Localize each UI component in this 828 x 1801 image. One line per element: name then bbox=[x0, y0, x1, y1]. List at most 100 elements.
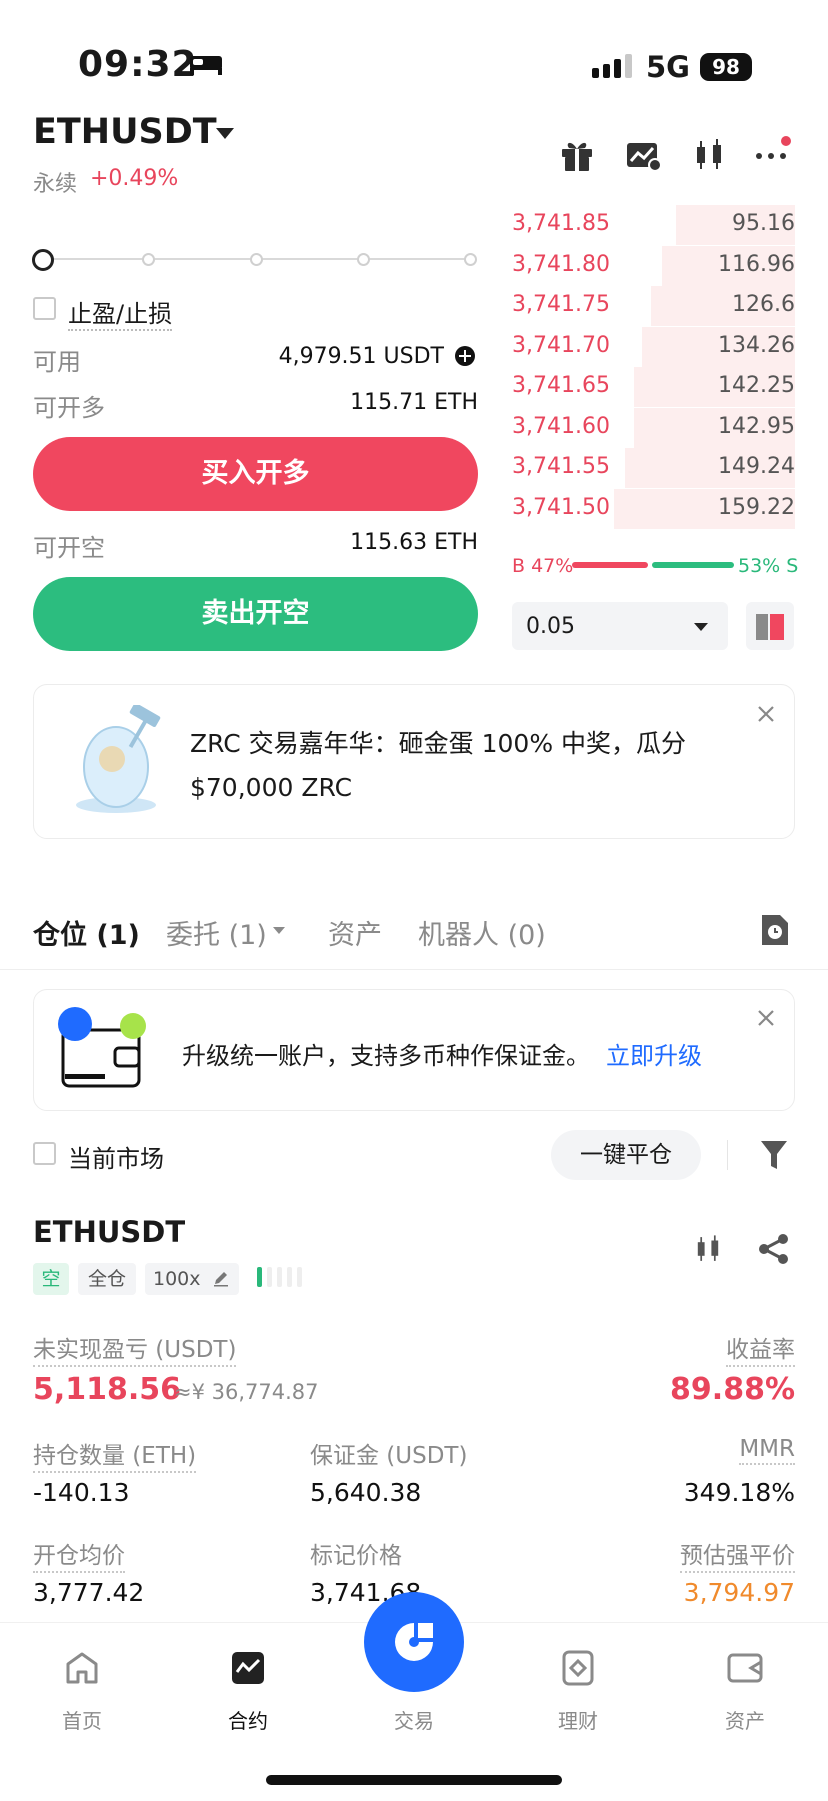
wallet-illustration bbox=[58, 1007, 146, 1088]
order-history-icon[interactable] bbox=[760, 913, 790, 947]
margin-mode-tag[interactable]: 全仓 bbox=[78, 1263, 136, 1295]
amount-slider-handle[interactable] bbox=[32, 249, 54, 271]
filter-divider bbox=[727, 1140, 728, 1170]
earn-icon[interactable] bbox=[560, 1650, 596, 1686]
tab-positions[interactable]: 仓位 (1) bbox=[33, 913, 140, 952]
signal-icon bbox=[592, 54, 632, 78]
slider-step-50[interactable] bbox=[250, 253, 263, 266]
can-short-value: 115.63 ETH bbox=[350, 530, 478, 555]
layout-bar-right bbox=[770, 614, 784, 640]
tab-assets[interactable]: 资产 bbox=[328, 913, 382, 952]
buy-long-button[interactable]: 买入开多 bbox=[33, 437, 478, 511]
edit-icon bbox=[214, 1272, 228, 1287]
more-icon[interactable] bbox=[753, 135, 793, 175]
can-long-value: 115.71 ETH bbox=[350, 390, 478, 415]
candlestick-icon[interactable] bbox=[691, 1232, 725, 1266]
ask-quantity: 149.24 bbox=[718, 454, 795, 479]
order-book-row[interactable]: 3,741.70 134.26 bbox=[512, 326, 795, 367]
margin-label: 保证金 (USDT) bbox=[310, 1443, 468, 1469]
order-book-row[interactable]: 3,741.80 116.96 bbox=[512, 245, 795, 286]
current-market-checkbox[interactable] bbox=[33, 1142, 56, 1165]
ask-quantity: 134.26 bbox=[718, 332, 795, 358]
chart-share-icon[interactable] bbox=[623, 135, 663, 175]
ask-price: 3,741.75 bbox=[512, 292, 610, 317]
sell-ratio-bar bbox=[652, 562, 734, 568]
trade-button[interactable] bbox=[364, 1592, 464, 1692]
chevron-down-icon[interactable] bbox=[273, 927, 285, 934]
ask-quantity: 95.16 bbox=[732, 211, 795, 236]
sleep-mode-icon bbox=[190, 56, 222, 75]
nav-assets[interactable]: 资产 bbox=[695, 1705, 795, 1734]
entry-label[interactable]: 开仓均价 bbox=[33, 1536, 125, 1573]
tab-orders[interactable]: 委托 (1) bbox=[166, 913, 267, 952]
order-book-row[interactable]: 3,741.60 142.95 bbox=[512, 407, 795, 448]
position-symbol[interactable]: ETHUSDT bbox=[33, 1215, 185, 1249]
adl-bar-4 bbox=[287, 1267, 292, 1287]
nav-earn[interactable]: 理财 bbox=[528, 1705, 628, 1734]
current-market-label[interactable]: 当前市场 bbox=[68, 1139, 164, 1174]
upl-label[interactable]: 未实现盈亏 (USDT) bbox=[33, 1330, 237, 1367]
close-icon[interactable] bbox=[756, 1008, 776, 1028]
adl-bar-1 bbox=[257, 1267, 262, 1287]
precision-select[interactable]: 0.05 bbox=[512, 602, 728, 650]
tp-sl-checkbox[interactable] bbox=[33, 297, 56, 320]
size-label[interactable]: 持仓数量 (ETH) bbox=[33, 1436, 197, 1473]
available-label: 可用 bbox=[33, 348, 81, 376]
futures-icon[interactable] bbox=[230, 1650, 266, 1686]
ask-price: 3,741.55 bbox=[512, 454, 610, 479]
close-icon[interactable] bbox=[756, 704, 776, 724]
gift-icon[interactable] bbox=[557, 135, 597, 175]
share-icon[interactable] bbox=[757, 1232, 791, 1266]
tp-sl-label[interactable]: 止盈/止损 bbox=[68, 294, 173, 331]
can-long-label: 可开多 bbox=[33, 394, 105, 422]
nav-trade[interactable]: 交易 bbox=[364, 1705, 464, 1734]
roe-label[interactable]: 收益率 bbox=[726, 1330, 795, 1367]
pair-title[interactable]: ETHUSDT bbox=[33, 112, 217, 152]
ask-price: 3,741.60 bbox=[512, 413, 610, 439]
roe-value: 89.88% bbox=[670, 1372, 795, 1407]
leverage-tag[interactable]: 100x bbox=[145, 1263, 239, 1295]
adl-bar-3 bbox=[277, 1267, 282, 1287]
filter-icon[interactable] bbox=[759, 1138, 789, 1172]
book-layout-button[interactable] bbox=[746, 602, 794, 650]
layout-bar-left bbox=[756, 614, 768, 640]
can-short-label: 可开空 bbox=[33, 534, 105, 562]
home-indicator bbox=[266, 1775, 562, 1785]
ask-price: 3,741.50 bbox=[512, 494, 610, 520]
order-book-row[interactable]: 3,741.65 142.25 bbox=[512, 367, 795, 407]
trade-logo-icon bbox=[395, 1623, 433, 1661]
order-book-row[interactable]: 3,741.50 159.22 bbox=[512, 488, 795, 529]
wallet-icon[interactable] bbox=[727, 1650, 763, 1686]
slider-step-100[interactable] bbox=[464, 253, 477, 266]
ask-price: 3,741.85 bbox=[512, 211, 610, 236]
slider-step-75[interactable] bbox=[357, 253, 370, 266]
upgrade-link[interactable]: 立即升级 bbox=[606, 1036, 702, 1071]
add-funds-icon[interactable] bbox=[454, 345, 476, 367]
liq-label[interactable]: 预估强平价 bbox=[680, 1536, 795, 1573]
sell-short-button[interactable]: 卖出开空 bbox=[33, 577, 478, 651]
tab-bots[interactable]: 机器人 (0) bbox=[418, 913, 546, 952]
order-book-row[interactable]: 3,741.85 95.16 bbox=[512, 205, 795, 245]
candlestick-icon[interactable] bbox=[689, 135, 729, 175]
upl-cny: ≈¥ 36,774.87 bbox=[174, 1380, 319, 1404]
mmr-value: 349.18% bbox=[683, 1478, 795, 1507]
size-value: -140.13 bbox=[33, 1478, 130, 1507]
tabs-divider bbox=[0, 969, 828, 970]
promo-text[interactable]: ZRC 交易嘉年华：砸金蛋 100% 中奖，瓜分 $70,000 ZRC bbox=[190, 722, 745, 810]
home-icon[interactable] bbox=[64, 1650, 100, 1686]
margin-value: 5,640.38 bbox=[310, 1478, 422, 1507]
slider-step-25[interactable] bbox=[142, 253, 155, 266]
mmr-label[interactable]: MMR bbox=[739, 1436, 795, 1465]
nav-home[interactable]: 首页 bbox=[32, 1705, 132, 1734]
nav-futures[interactable]: 合约 bbox=[198, 1705, 298, 1734]
close-all-button[interactable]: 一键平仓 bbox=[551, 1130, 701, 1180]
chevron-down-icon[interactable] bbox=[216, 128, 234, 139]
liq-value: 3,794.97 bbox=[683, 1578, 795, 1607]
price-change: +0.49% bbox=[90, 166, 179, 191]
network-type: 5G bbox=[646, 50, 690, 84]
order-book-row[interactable]: 3,741.55 149.24 bbox=[512, 448, 795, 488]
order-book-row[interactable]: 3,741.75 126.6 bbox=[512, 286, 795, 326]
precision-value: 0.05 bbox=[526, 614, 575, 639]
upgrade-text: 升级统一账户，支持多币种作保证金。 bbox=[182, 1042, 590, 1070]
entry-value: 3,777.42 bbox=[33, 1578, 145, 1607]
